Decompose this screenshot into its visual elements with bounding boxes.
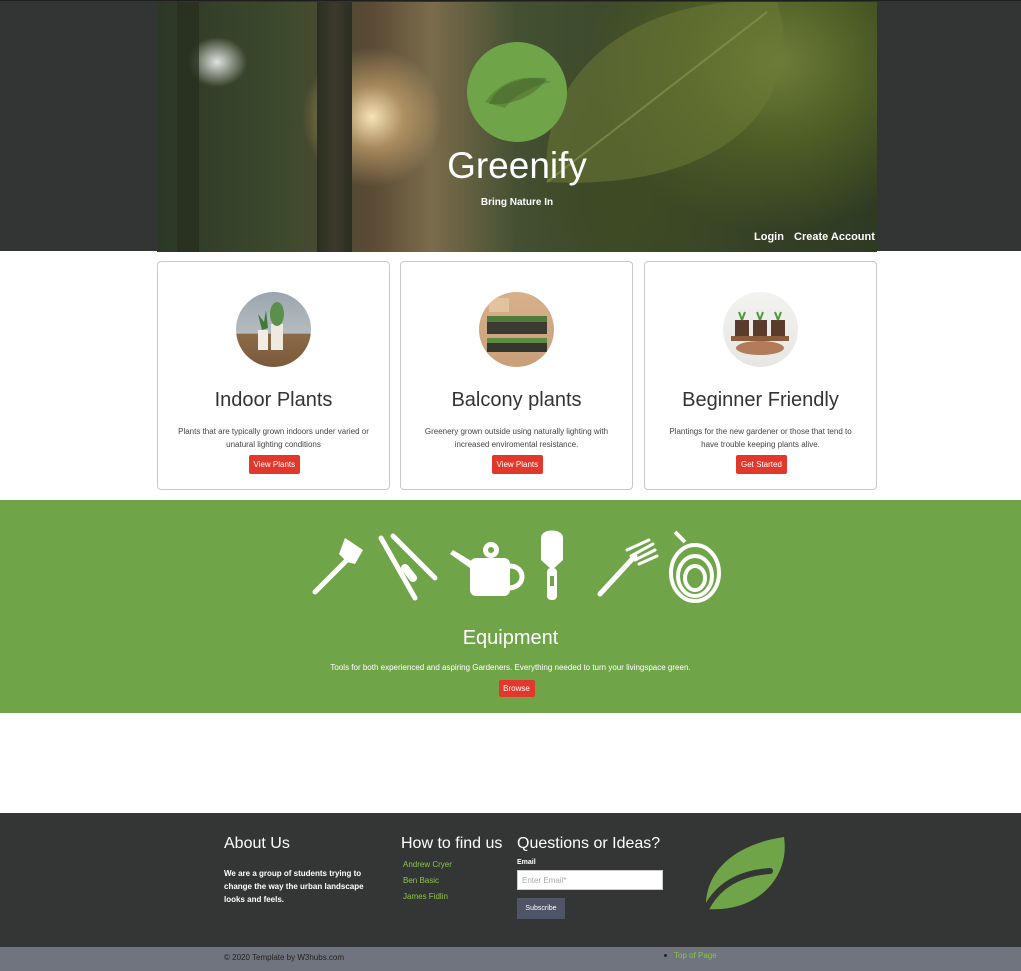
login-link[interactable]: Login [754,231,784,243]
hero-banner: Greenify Bring Nature In Login Create Ac… [157,2,877,252]
card-description: Plantings for the new gardener or those … [669,427,852,449]
balcony-plants-image [479,292,554,367]
card-title: Indoor Plants [214,389,333,411]
hose-icon [669,530,721,603]
copyright-text: © 2020 Template by W3hubs.com [224,953,345,962]
equipment-title: Equipment [462,627,559,649]
brand-tagline: Bring Nature In [480,197,554,208]
site-footer: About Us We are a group of students tryi… [0,813,1021,947]
card-balcony-plants: Balcony plants Greenery grown outside us… [400,261,633,490]
find-us-heading: How to find us [401,835,503,852]
email-label: Email [517,859,536,866]
card-title: Beginner Friendly [682,389,839,411]
questions-heading: Questions or Ideas? [517,835,661,852]
brand-title: Greenify [447,145,587,186]
card-description: Greenery grown outside using naturally l… [424,427,609,449]
equipment-icons [312,530,721,603]
shears-icon [378,533,438,601]
team-link-ben[interactable]: Ben Basic [403,876,439,885]
get-started-button[interactable]: Get Started [736,455,787,474]
watering-can-icon [450,542,525,596]
about-text: We are a group of students trying to cha… [224,869,364,904]
top-of-page-link[interactable]: Top of Page [674,951,717,960]
indoor-plants-image [236,292,311,367]
bottom-bar: © 2020 Template by W3hubs.com Top of Pag… [0,947,1021,971]
email-field[interactable] [517,870,663,890]
leaf-logo-icon [703,837,785,912]
rake-icon [597,538,659,597]
subscribe-button[interactable]: Subscribe [517,898,565,919]
card-beginner-friendly: Beginner Friendly Plantings for the new … [644,261,877,490]
shovel-icon [312,538,363,595]
greenify-logo-icon [467,42,567,142]
equipment-description: Tools for both experienced and aspiring … [330,663,691,672]
view-balcony-plants-button[interactable]: View Plants [491,455,544,474]
card-indoor-plants: Indoor Plants Plants that are typically … [157,261,390,490]
tree-trunk-decoration [177,2,199,252]
site-header: Greenify Bring Nature In Login Create Ac… [0,0,1021,252]
equipment-section: Equipment Tools for both experienced and… [0,500,1021,713]
team-link-james[interactable]: James Fidlin [403,892,448,901]
browse-button[interactable]: Browse [498,680,535,697]
card-description: Plants that are typically grown indoors … [178,427,369,449]
card-title: Balcony plants [451,389,582,411]
trowel-icon [541,530,563,600]
tree-trunk-decoration [317,2,352,252]
beginner-friendly-image [723,292,798,367]
create-account-link[interactable]: Create Account [794,231,875,243]
list-bullet [664,954,667,957]
view-indoor-plants-button[interactable]: View Plants [248,455,301,474]
team-link-andrew[interactable]: Andrew Cryer [403,860,452,869]
about-heading: About Us [224,835,290,852]
